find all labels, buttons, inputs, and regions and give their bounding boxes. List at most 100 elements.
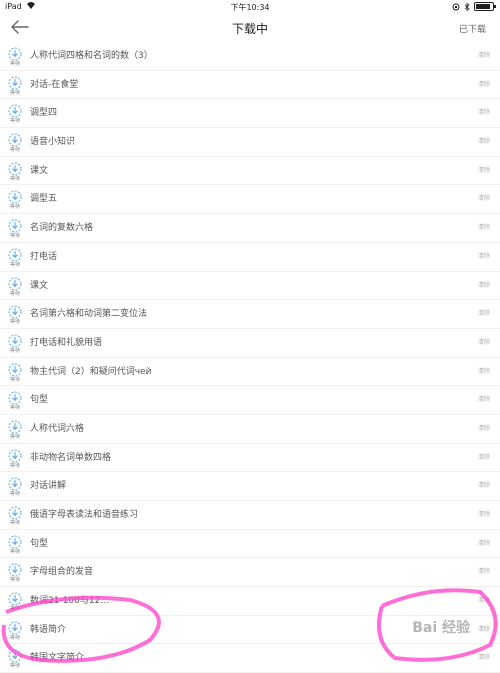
delete-button[interactable]: 清除 [478,366,490,375]
list-item[interactable]: 等待 数词21-100与12… 清除 [0,587,500,616]
delete-button[interactable]: 清除 [478,652,490,661]
download-waiting-icon[interactable] [8,476,22,491]
download-waiting-icon[interactable] [8,448,22,463]
delete-button[interactable]: 清除 [478,79,490,88]
list-item[interactable]: 等待 非动物名词单数四格 清除 [0,444,500,473]
delete-button[interactable]: 清除 [478,222,490,231]
delete-button[interactable]: 清除 [478,423,490,432]
delete-button[interactable]: 清除 [478,394,490,403]
list-item[interactable]: 等待 句型 清除 [0,386,500,415]
download-waiting-icon[interactable] [8,304,22,319]
status-text: 等待 [9,634,20,641]
delete-button[interactable]: 清除 [478,193,490,202]
list-item[interactable]: 等待 对话-在食堂 清除 [0,71,500,100]
list-item[interactable]: 等待 人称代词四格和名词的数（3） 清除 [0,42,500,71]
list-item[interactable]: 等待 句型 清除 [0,530,500,559]
list-item[interactable]: 等待 对话讲解 清除 [0,472,500,501]
download-waiting-icon[interactable] [8,562,22,577]
list-item[interactable]: 等待 调型五 清除 [0,185,500,215]
list-item[interactable]: 等待 名词第六格和动词第二变位法 清除 [0,300,500,329]
download-waiting-icon[interactable] [8,132,22,147]
list-item[interactable]: 等待 人称代词六格 清除 [0,415,500,444]
item-title: 字母组合的发音 [30,567,94,578]
download-waiting-icon[interactable] [8,218,22,233]
delete-button[interactable]: 清除 [478,452,490,461]
download-waiting-icon[interactable] [8,620,22,635]
status-text: 等待 [9,433,20,440]
list-item[interactable]: 等待 课文 清除 [0,157,500,186]
status-text: 等待 [9,462,20,469]
list-item[interactable]: 等待 字母组合的发音 清除 [0,558,500,588]
download-waiting-icon[interactable] [8,333,22,348]
page-title: 下载中 [231,22,268,36]
status-text: 等待 [9,405,20,412]
item-title: 韩国文字简介 [30,653,85,664]
list-item[interactable]: 等待 打电话和礼貌用语 清除 [0,329,500,358]
delete-button[interactable]: 清除 [478,165,490,174]
item-title: 调型四 [30,108,58,119]
delete-button[interactable]: 清除 [478,509,490,518]
delete-button[interactable]: 清除 [478,566,490,575]
delete-button[interactable]: 清除 [478,480,490,489]
list-item[interactable]: 等待 韩国文字简介 清除 [0,644,500,673]
list-item[interactable]: 等待 语音小知识 清除 [0,128,500,157]
nav-bar: 下载中 已下载 [0,14,500,42]
list-item[interactable]: 等待 课文 清除 [0,272,500,301]
delete-button[interactable]: 清除 [478,136,490,145]
download-waiting-icon[interactable] [8,103,22,118]
delete-button[interactable]: 清除 [478,538,490,547]
status-text: 等待 [9,577,20,584]
download-list: 等待 人称代词四格和名词的数（3） 清除 等待 对话-在食堂 清除 等待 调型四 清除 等待 语音小… [0,42,500,673]
list-item[interactable]: 等待 名词的复数六格 清除 [0,214,500,243]
download-waiting-icon[interactable] [8,419,22,434]
item-title: 俄语字母表读法和语音练习 [30,510,139,520]
delete-button[interactable]: 清除 [478,251,490,260]
delete-button[interactable]: 清除 [478,50,490,59]
bluetooth-icon [464,2,470,11]
downloaded-button[interactable]: 已下载 [459,22,486,35]
status-text: 等待 [9,261,20,268]
status-text: 等待 [9,347,20,354]
item-title: 对话-在食堂 [30,79,79,90]
status-text: 等待 [9,233,20,240]
download-waiting-icon[interactable] [8,390,22,405]
item-title: 人称代词四格和名词的数（3） [30,51,153,61]
delete-button[interactable]: 清除 [478,107,490,116]
item-title: 句型 [30,538,49,549]
status-text: 等待 [9,376,20,383]
download-waiting-icon[interactable] [8,247,22,262]
download-waiting-icon[interactable] [8,591,22,606]
download-waiting-icon[interactable] [8,362,22,377]
download-waiting-icon[interactable] [8,75,22,90]
status-text: 等待 [9,491,20,498]
download-waiting-icon[interactable] [8,189,22,204]
item-title: 课文 [30,165,49,176]
download-waiting-icon[interactable] [8,534,22,549]
download-waiting-icon[interactable] [8,161,22,176]
status-text: 等待 [9,548,20,555]
list-item[interactable]: 等待 物主代词（2）和疑问代词чей 清除 [0,358,500,387]
status-text: 等待 [9,319,20,326]
status-text: 等待 [9,606,20,613]
item-title: 物主代词（2）和疑问代词чей [30,366,152,377]
delete-button[interactable]: 清除 [478,624,490,633]
download-waiting-icon[interactable] [8,648,22,663]
status-text: 等待 [9,89,20,96]
status-time: 下午10:34 [230,3,270,12]
status-text: 等待 [9,663,20,670]
delete-button[interactable]: 清除 [478,280,490,289]
item-title: 韩语简介 [30,624,67,635]
battery-icon [474,2,496,11]
list-item[interactable]: 等待 俄语字母表读法和语音练习 清除 [0,501,500,530]
list-item[interactable]: 等待 打电话 清除 [0,243,500,272]
delete-button[interactable]: 清除 [478,308,490,317]
download-waiting-icon[interactable] [8,276,22,290]
list-item[interactable]: 等待 调型四 清除 [0,99,500,129]
item-title: 打电话和礼貌用语 [30,337,103,348]
delete-button[interactable]: 清除 [478,595,490,604]
orientation-lock-icon [452,3,460,10]
download-waiting-icon[interactable] [8,46,22,61]
item-title: 名词第六格和动词第二变位法 [30,309,148,320]
download-waiting-icon[interactable] [8,505,22,520]
delete-button[interactable]: 清除 [478,337,490,346]
